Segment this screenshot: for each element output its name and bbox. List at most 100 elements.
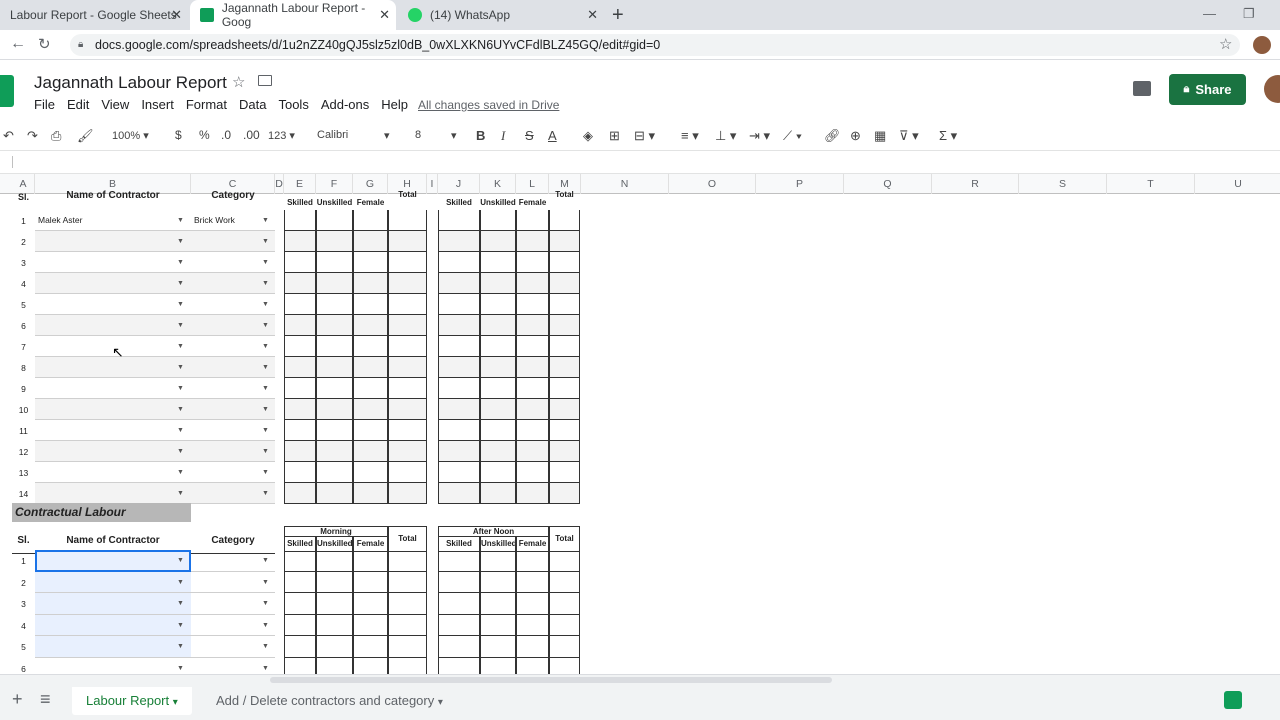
- increase-decimal-button[interactable]: .00: [243, 128, 260, 142]
- dropdown-arrow-icon[interactable]: ▼: [177, 469, 184, 476]
- count-cell[interactable]: [480, 336, 516, 357]
- menu-addons[interactable]: Add-ons: [321, 97, 369, 112]
- contractor-name-cell[interactable]: [35, 636, 191, 658]
- filter-icon[interactable]: ⊽ ▾: [899, 128, 919, 144]
- count-cell[interactable]: [549, 571, 580, 593]
- document-title[interactable]: Jagannath Labour Report: [34, 73, 227, 93]
- count-cell[interactable]: [480, 357, 516, 378]
- functions-button[interactable]: Σ ▾: [939, 128, 957, 144]
- count-cell[interactable]: [549, 657, 580, 674]
- count-cell[interactable]: [438, 636, 480, 658]
- contractor-name-cell[interactable]: [35, 614, 191, 636]
- column-header-s[interactable]: S: [1019, 174, 1107, 194]
- insert-chart-icon[interactable]: ▦: [874, 128, 886, 144]
- dropdown-arrow-icon[interactable]: ▼: [177, 259, 184, 266]
- count-cell[interactable]: [438, 483, 480, 504]
- count-cell[interactable]: [480, 571, 516, 593]
- count-cell[interactable]: [516, 357, 549, 378]
- menu-data[interactable]: Data: [239, 97, 266, 112]
- column-header-l[interactable]: L: [516, 174, 549, 194]
- vertical-align-icon[interactable]: ⊥ ▾: [715, 128, 736, 144]
- count-cell[interactable]: [284, 294, 316, 315]
- column-header-p[interactable]: P: [756, 174, 844, 194]
- count-cell[interactable]: [480, 550, 516, 572]
- count-cell[interactable]: [316, 462, 353, 483]
- count-cell[interactable]: [438, 657, 480, 674]
- dropdown-arrow-icon[interactable]: ▼: [262, 364, 269, 371]
- text-rotation-icon[interactable]: ⟋ ▾: [783, 128, 802, 144]
- browser-tab-jagannath[interactable]: Jagannath Labour Report - Goog ✕: [190, 0, 396, 30]
- column-header-k[interactable]: K: [480, 174, 516, 194]
- contractor-name-cell[interactable]: [35, 315, 191, 336]
- count-cell[interactable]: [284, 636, 316, 658]
- reload-icon[interactable]: ↻: [38, 35, 51, 53]
- count-cell[interactable]: [284, 614, 316, 636]
- dropdown-arrow-icon[interactable]: ▼: [177, 490, 184, 497]
- print-icon[interactable]: ⎙: [51, 128, 61, 144]
- dropdown-arrow-icon[interactable]: ▼: [177, 217, 184, 224]
- count-cell[interactable]: [284, 252, 316, 273]
- count-cell[interactable]: [353, 462, 388, 483]
- dropdown-arrow-icon[interactable]: ▼: [177, 301, 184, 308]
- text-wrap-icon[interactable]: ⇥ ▾: [749, 128, 770, 144]
- count-cell[interactable]: [388, 550, 427, 572]
- dropdown-arrow-icon[interactable]: ▼: [177, 406, 184, 413]
- dropdown-arrow-icon[interactable]: ▼: [262, 301, 269, 308]
- column-header-u[interactable]: U: [1195, 174, 1280, 194]
- count-cell[interactable]: [516, 210, 549, 231]
- count-cell[interactable]: [316, 294, 353, 315]
- count-cell[interactable]: [316, 571, 353, 593]
- count-cell[interactable]: [353, 571, 388, 593]
- count-cell[interactable]: [549, 210, 580, 231]
- count-cell[interactable]: [284, 378, 316, 399]
- count-cell[interactable]: [549, 357, 580, 378]
- percent-format-button[interactable]: %: [199, 128, 210, 142]
- count-cell[interactable]: [284, 483, 316, 504]
- count-cell[interactable]: [316, 614, 353, 636]
- count-cell[interactable]: [438, 273, 480, 294]
- font-size-select[interactable]: 8 ▾: [415, 129, 457, 142]
- count-cell[interactable]: [284, 315, 316, 336]
- count-cell[interactable]: [480, 273, 516, 294]
- bold-button[interactable]: B: [476, 128, 485, 143]
- count-cell[interactable]: [516, 483, 549, 504]
- column-header-r[interactable]: R: [932, 174, 1019, 194]
- count-cell[interactable]: [549, 441, 580, 462]
- count-cell[interactable]: [316, 378, 353, 399]
- count-cell[interactable]: [388, 657, 427, 674]
- count-cell[interactable]: [316, 420, 353, 441]
- insert-link-icon[interactable]: 🔗︎: [824, 128, 841, 144]
- count-cell[interactable]: [316, 252, 353, 273]
- count-cell[interactable]: [388, 420, 427, 441]
- count-cell[interactable]: [388, 210, 427, 231]
- currency-format-button[interactable]: $: [175, 128, 182, 142]
- dropdown-arrow-icon[interactable]: ▼: [177, 343, 184, 350]
- sheet-tab-add-delete[interactable]: Add / Delete contractors and category ▾: [202, 687, 457, 715]
- count-cell[interactable]: [516, 550, 549, 572]
- contractor-name-cell[interactable]: Malek Aster: [35, 210, 191, 231]
- menu-file[interactable]: File: [34, 97, 55, 112]
- count-cell[interactable]: [549, 273, 580, 294]
- menu-insert[interactable]: Insert: [141, 97, 174, 112]
- dropdown-arrow-icon[interactable]: ▼: [262, 490, 269, 497]
- profile-avatar[interactable]: [1253, 36, 1271, 54]
- count-cell[interactable]: [388, 273, 427, 294]
- dropdown-arrow-icon[interactable]: ▼: [177, 665, 184, 672]
- count-cell[interactable]: [438, 315, 480, 336]
- all-sheets-button[interactable]: ≡: [40, 689, 51, 710]
- column-header-n[interactable]: N: [581, 174, 669, 194]
- column-header-i[interactable]: I: [427, 174, 438, 194]
- font-select[interactable]: Calibri ▾: [317, 129, 390, 142]
- count-cell[interactable]: [549, 420, 580, 441]
- dropdown-arrow-icon[interactable]: ▼: [262, 406, 269, 413]
- share-button[interactable]: 🔒︎ Share: [1169, 74, 1246, 105]
- count-cell[interactable]: [438, 571, 480, 593]
- count-cell[interactable]: [353, 336, 388, 357]
- count-cell[interactable]: [438, 420, 480, 441]
- contractor-name-cell[interactable]: [35, 252, 191, 273]
- dropdown-arrow-icon[interactable]: ▼: [262, 665, 269, 672]
- count-cell[interactable]: [284, 593, 316, 615]
- save-status[interactable]: All changes saved in Drive: [418, 98, 559, 112]
- count-cell[interactable]: [353, 441, 388, 462]
- dropdown-arrow-icon[interactable]: ▼: [177, 622, 184, 629]
